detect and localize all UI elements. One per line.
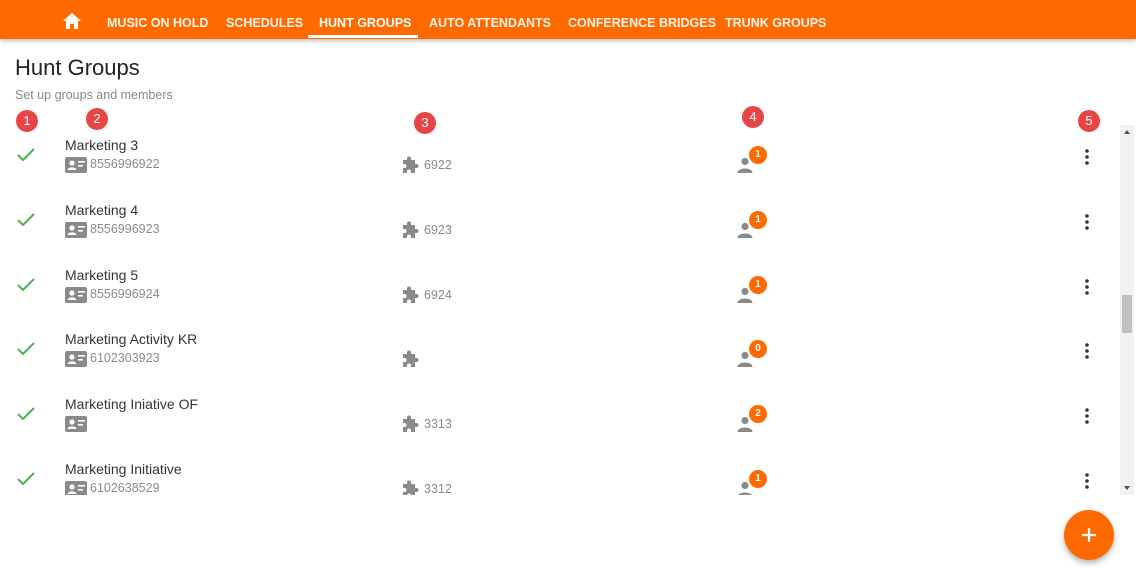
extension-puzzle-icon [400,479,420,495]
page-subtitle: Set up groups and members [15,88,173,102]
contact-card-icon [65,351,87,367]
group-phone-number: 6102638529 [90,481,160,495]
hunt-group-row[interactable]: Marketing Iniative OF 3313 2 [0,384,1118,449]
scroll-up-arrow-icon[interactable] [1120,125,1134,139]
check-icon [16,212,36,228]
contact-card-icon [65,222,87,238]
hunt-group-row[interactable]: Marketing 5 8556996924 6924 1 [0,255,1118,320]
contact-card-icon [65,287,87,303]
extension-puzzle-icon [400,414,420,434]
extension-puzzle-icon [400,155,420,175]
group-name: Marketing 3 [65,137,139,153]
members-indicator: 1 [736,276,770,308]
more-options-icon[interactable] [1079,147,1095,167]
extension-puzzle-icon [400,220,420,240]
member-count-badge: 1 [749,470,767,488]
group-name: Marketing Iniative OF [65,396,199,412]
hunt-group-row[interactable]: Marketing 4 8556996923 6923 1 [0,190,1118,255]
extension-puzzle-icon [400,285,420,305]
tab-auto-attendants[interactable]: AUTO ATTENDANTS [429,0,551,39]
hunt-group-row[interactable]: Marketing Activity KR 6102303923 0 [0,319,1118,384]
tab-music-on-hold[interactable]: MUSIC ON HOLD [107,0,208,39]
contact-card-icon [65,157,87,173]
member-count-badge: 1 [749,211,767,229]
group-name: Marketing Activity KR [65,331,198,347]
more-options-icon[interactable] [1079,212,1095,232]
check-icon [16,471,36,487]
member-count-badge: 1 [749,146,767,164]
member-count-badge: 0 [749,340,767,358]
group-name: Marketing 4 [65,202,139,218]
more-options-icon[interactable] [1079,341,1095,361]
members-indicator: 2 [736,405,770,437]
members-indicator: 1 [736,470,770,495]
home-icon[interactable] [62,12,82,30]
group-phone-number: 8556996924 [90,287,160,301]
tab-hunt-groups[interactable]: HUNT GROUPS [319,0,411,39]
group-extension: 6923 [424,223,452,237]
hunt-group-row[interactable]: Marketing 3 8556996922 6922 1 [0,125,1118,190]
scroll-down-arrow-icon[interactable] [1120,481,1134,495]
extension-puzzle-icon [400,349,420,369]
active-tab-indicator [308,35,418,38]
check-icon [16,341,36,357]
top-nav-bar: MUSIC ON HOLD SCHEDULES HUNT GROUPS AUTO… [0,0,1136,39]
contact-card-icon [65,416,87,432]
plus-icon [1082,528,1096,542]
members-indicator: 1 [736,211,770,243]
group-phone-number: 6102303923 [90,351,160,365]
members-indicator: 0 [736,340,770,372]
tab-conference-bridges[interactable]: CONFERENCE BRIDGES [568,0,716,39]
group-extension: 3313 [424,417,452,431]
group-name: Marketing Initiative [65,461,182,477]
check-icon [16,277,36,293]
hunt-group-list: Marketing 3 8556996922 6922 1 Marketing … [0,125,1118,495]
group-name: Marketing 5 [65,267,139,283]
more-options-icon[interactable] [1079,406,1095,426]
scrollbar-thumb[interactable] [1122,295,1132,333]
more-options-icon[interactable] [1079,471,1095,491]
group-phone-number: 8556996923 [90,222,160,236]
tab-trunk-groups[interactable]: TRUNK GROUPS [725,0,826,39]
members-indicator: 1 [736,146,770,178]
check-icon [16,406,36,422]
member-count-badge: 1 [749,276,767,294]
check-icon [16,147,36,163]
group-extension: 3312 [424,482,452,495]
group-extension: 6924 [424,288,452,302]
tab-schedules[interactable]: SCHEDULES [226,0,303,39]
contact-card-icon [65,481,87,495]
member-count-badge: 2 [749,405,767,423]
more-options-icon[interactable] [1079,277,1095,297]
hunt-group-row[interactable]: Marketing Initiative 6102638529 3312 1 [0,449,1118,495]
add-hunt-group-button[interactable] [1064,510,1114,560]
list-scrollbar[interactable] [1120,125,1134,495]
group-extension: 6922 [424,158,452,172]
group-phone-number: 8556996922 [90,157,160,171]
page-title: Hunt Groups [15,55,140,80]
